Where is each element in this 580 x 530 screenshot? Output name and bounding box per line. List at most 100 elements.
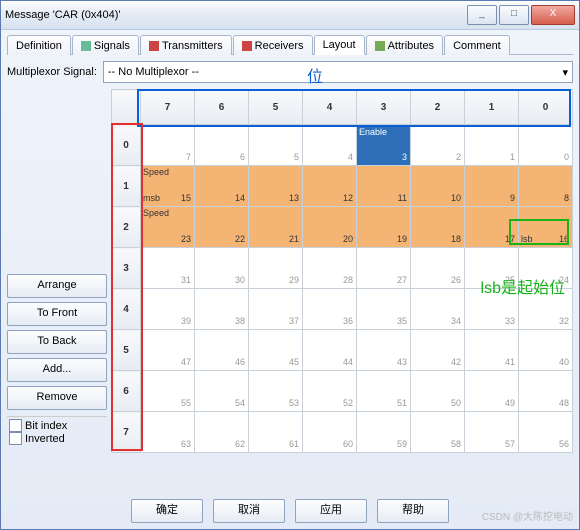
- bit-cell[interactable]: 56: [519, 412, 573, 453]
- tab-comment[interactable]: Comment: [444, 35, 510, 55]
- titlebar: Message 'CAR (0x404)' _ □ X: [1, 1, 579, 30]
- bit-cell[interactable]: 28: [303, 248, 357, 289]
- byte-header: 1: [112, 166, 141, 207]
- bit-cell[interactable]: Speedmsb15: [141, 166, 195, 207]
- bit-cell[interactable]: 19: [357, 207, 411, 248]
- bit-header: 4: [303, 90, 357, 125]
- bit-cell[interactable]: 58: [411, 412, 465, 453]
- bit-cell[interactable]: 8: [519, 166, 573, 207]
- apply-button[interactable]: 应用: [295, 499, 367, 523]
- tab-transmitters[interactable]: Transmitters: [140, 35, 232, 55]
- bit-cell[interactable]: 20: [303, 207, 357, 248]
- bit-cell[interactable]: 4: [303, 125, 357, 166]
- bit-cell[interactable]: 1: [465, 125, 519, 166]
- bit-cell[interactable]: 49: [465, 371, 519, 412]
- byte-header: 0: [112, 125, 141, 166]
- corner-cell: [112, 90, 141, 125]
- bitindex-check[interactable]: Bit index: [9, 419, 105, 432]
- bit-cell[interactable]: 54: [195, 371, 249, 412]
- bit-cell[interactable]: 43: [357, 330, 411, 371]
- tx-icon: [149, 41, 159, 51]
- bit-cell[interactable]: 11: [357, 166, 411, 207]
- bit-cell[interactable]: 2: [411, 125, 465, 166]
- bit-cell[interactable]: 34: [411, 289, 465, 330]
- window-title: Message 'CAR (0x404)': [5, 9, 120, 21]
- bit-cell[interactable]: 55: [141, 371, 195, 412]
- cancel-button[interactable]: 取消: [213, 499, 285, 523]
- bit-cell[interactable]: 24: [519, 248, 573, 289]
- bit-cell[interactable]: 57: [465, 412, 519, 453]
- bit-cell[interactable]: Enable3: [357, 125, 411, 166]
- bit-cell[interactable]: 50: [411, 371, 465, 412]
- bit-cell[interactable]: 51: [357, 371, 411, 412]
- toback-button[interactable]: To Back: [7, 330, 107, 354]
- bit-cell[interactable]: 7: [141, 125, 195, 166]
- tofront-button[interactable]: To Front: [7, 302, 107, 326]
- bit-cell[interactable]: 61: [249, 412, 303, 453]
- bit-cell[interactable]: 6: [195, 125, 249, 166]
- bit-cell[interactable]: 63: [141, 412, 195, 453]
- maximize-button[interactable]: □: [499, 5, 529, 25]
- remove-button[interactable]: Remove: [7, 386, 107, 410]
- close-button[interactable]: X: [531, 5, 575, 25]
- bit-cell[interactable]: 47: [141, 330, 195, 371]
- bit-cell[interactable]: 27: [357, 248, 411, 289]
- bit-cell[interactable]: 53: [249, 371, 303, 412]
- ok-button[interactable]: 确定: [131, 499, 203, 523]
- tab-layout[interactable]: Layout: [314, 35, 365, 55]
- tab-receivers[interactable]: Receivers: [233, 35, 313, 55]
- byte-header: 2: [112, 207, 141, 248]
- bit-cell[interactable]: 14: [195, 166, 249, 207]
- bit-cell[interactable]: 21: [249, 207, 303, 248]
- bit-cell[interactable]: 32: [519, 289, 573, 330]
- left-panel: Arrange To Front To Back Add... Remove B…: [7, 89, 107, 453]
- bit-header: 7: [141, 90, 195, 125]
- bit-cell[interactable]: 12: [303, 166, 357, 207]
- bit-cell[interactable]: 31: [141, 248, 195, 289]
- bit-cell[interactable]: 0: [519, 125, 573, 166]
- bit-cell[interactable]: 9: [465, 166, 519, 207]
- bit-cell[interactable]: 25: [465, 248, 519, 289]
- bit-cell[interactable]: 30: [195, 248, 249, 289]
- bit-cell[interactable]: 39: [141, 289, 195, 330]
- tab-attributes[interactable]: Attributes: [366, 35, 443, 55]
- mux-select[interactable]: -- No Multiplexor -- ▾: [103, 61, 573, 83]
- bit-cell[interactable]: 62: [195, 412, 249, 453]
- bit-cell[interactable]: 10: [411, 166, 465, 207]
- bit-cell[interactable]: 42: [411, 330, 465, 371]
- bit-cell[interactable]: 22: [195, 207, 249, 248]
- bit-cell[interactable]: 17: [465, 207, 519, 248]
- bit-cell[interactable]: 40: [519, 330, 573, 371]
- bit-cell[interactable]: 13: [249, 166, 303, 207]
- bit-cell[interactable]: 26: [411, 248, 465, 289]
- bit-cell[interactable]: 29: [249, 248, 303, 289]
- bit-cell[interactable]: 52: [303, 371, 357, 412]
- bit-cell[interactable]: 59: [357, 412, 411, 453]
- bit-cell[interactable]: Speed23: [141, 207, 195, 248]
- tab-signals[interactable]: Signals: [72, 35, 139, 55]
- bit-cell[interactable]: 38: [195, 289, 249, 330]
- inverted-check[interactable]: Inverted: [9, 432, 105, 445]
- bit-cell[interactable]: lsb16: [519, 207, 573, 248]
- bit-cell[interactable]: 36: [303, 289, 357, 330]
- bit-cell[interactable]: 41: [465, 330, 519, 371]
- bit-cell[interactable]: 48: [519, 371, 573, 412]
- minimize-button[interactable]: _: [467, 5, 497, 25]
- help-button[interactable]: 帮助: [377, 499, 449, 523]
- byte-header: 4: [112, 289, 141, 330]
- add-button[interactable]: Add...: [7, 358, 107, 382]
- arrange-button[interactable]: Arrange: [7, 274, 107, 298]
- bit-cell[interactable]: 44: [303, 330, 357, 371]
- bit-cell[interactable]: 45: [249, 330, 303, 371]
- bit-cell[interactable]: 5: [249, 125, 303, 166]
- bit-header: 0: [519, 90, 573, 125]
- bit-cell[interactable]: 46: [195, 330, 249, 371]
- bit-cell[interactable]: 37: [249, 289, 303, 330]
- bit-grid: 7654321007654Enable32101Speedmsb15141312…: [111, 89, 573, 453]
- byte-header: 7: [112, 412, 141, 453]
- bit-cell[interactable]: 33: [465, 289, 519, 330]
- bit-cell[interactable]: 18: [411, 207, 465, 248]
- bit-cell[interactable]: 35: [357, 289, 411, 330]
- tab-definition[interactable]: Definition: [7, 35, 71, 55]
- bit-cell[interactable]: 60: [303, 412, 357, 453]
